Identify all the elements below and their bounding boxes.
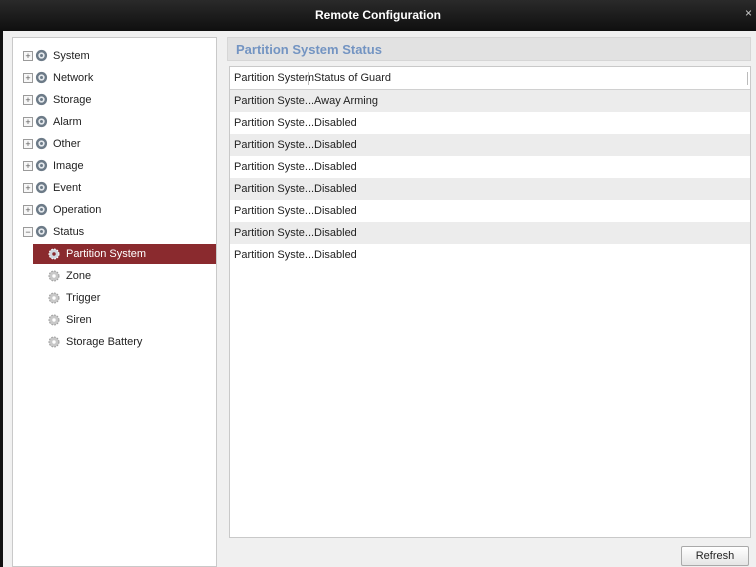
partition-cell: Partition Syste... — [234, 95, 315, 107]
tree-item-partition-system[interactable]: Partition System — [33, 244, 216, 264]
tree-item-label: Trigger — [66, 292, 101, 304]
expand-icon[interactable]: + — [23, 95, 33, 105]
main-panel: Partition System Status Partition System… — [227, 37, 753, 567]
table-header: Partition System Status of Guard — [230, 67, 750, 90]
guard-status-cell: Disabled — [314, 161, 357, 173]
tree-item-label: Image — [53, 160, 84, 172]
column-divider[interactable] — [308, 72, 309, 85]
tree-item-alarm[interactable]: + Alarm — [13, 112, 216, 132]
settings-icon — [35, 159, 48, 172]
expand-icon[interactable]: + — [23, 161, 33, 171]
guard-status-cell: Disabled — [314, 249, 357, 261]
gear-icon — [48, 270, 60, 282]
tree-item-trigger[interactable]: Trigger — [13, 288, 216, 308]
table-row[interactable]: Partition Syste... Disabled — [230, 244, 750, 267]
tree-item-network[interactable]: + Network — [13, 68, 216, 88]
gear-icon — [48, 292, 60, 304]
settings-icon — [35, 225, 48, 238]
partition-cell: Partition Syste... — [234, 249, 315, 261]
table-row[interactable]: Partition Syste... Disabled — [230, 112, 750, 135]
partition-cell: Partition Syste... — [234, 161, 315, 173]
guard-status-cell: Disabled — [314, 183, 357, 195]
partition-cell: Partition Syste... — [234, 183, 315, 195]
settings-icon — [35, 137, 48, 150]
tree-item-label: Storage — [53, 94, 92, 106]
expand-icon[interactable]: + — [23, 183, 33, 193]
table-row[interactable]: Partition Syste... Disabled — [230, 200, 750, 223]
guard-status-cell: Away Arming — [314, 95, 378, 107]
expand-icon[interactable]: + — [23, 73, 33, 83]
gear-icon — [48, 314, 60, 326]
settings-icon — [35, 93, 48, 106]
partition-cell: Partition Syste... — [234, 205, 315, 217]
panel-title: Partition System Status — [236, 42, 382, 57]
expand-icon[interactable]: + — [23, 51, 33, 61]
panel-header: Partition System Status — [227, 37, 751, 61]
partition-cell: Partition Syste... — [234, 227, 315, 239]
collapse-icon[interactable]: − — [23, 227, 33, 237]
tree-item-image[interactable]: + Image — [13, 156, 216, 176]
expand-icon[interactable]: + — [23, 205, 33, 215]
tree-item-system[interactable]: + System — [13, 46, 216, 66]
settings-icon — [35, 181, 48, 194]
tree-item-other[interactable]: + Other — [13, 134, 216, 154]
tree-item-event[interactable]: + Event — [13, 178, 216, 198]
tree-item-label: Status — [53, 226, 85, 238]
title-bar: Remote Configuration × — [0, 0, 756, 31]
refresh-button[interactable]: Refresh — [681, 546, 749, 566]
table-row[interactable]: Partition Syste... Disabled — [230, 222, 750, 245]
column-divider[interactable] — [747, 72, 748, 85]
expand-icon[interactable]: + — [23, 139, 33, 149]
guard-status-cell: Disabled — [314, 205, 357, 217]
expand-icon[interactable]: + — [23, 117, 33, 127]
gear-icon — [48, 248, 60, 260]
settings-icon — [35, 203, 48, 216]
guard-status-cell: Disabled — [314, 139, 357, 151]
window-body: + System + Network + Storage + Alarm + O… — [0, 31, 756, 567]
tree-item-label: Partition System — [66, 248, 147, 260]
table-row[interactable]: Partition Syste... Away Arming — [230, 90, 750, 113]
close-icon[interactable]: × — [745, 6, 752, 20]
table-row[interactable]: Partition Syste... Disabled — [230, 156, 750, 179]
tree-item-storage[interactable]: + Storage — [13, 90, 216, 110]
tree-item-label: Other — [53, 138, 81, 150]
column-header-status-of-guard[interactable]: Status of Guard — [314, 72, 391, 84]
table-row[interactable]: Partition Syste... Disabled — [230, 134, 750, 157]
partition-cell: Partition Syste... — [234, 117, 315, 129]
gear-icon — [48, 336, 60, 348]
settings-icon — [35, 49, 48, 62]
guard-status-cell: Disabled — [314, 117, 357, 129]
tree-item-label: Alarm — [53, 116, 82, 128]
tree-item-label: Operation — [53, 204, 102, 216]
tree-item-operation[interactable]: + Operation — [13, 200, 216, 220]
tree-item-label: Storage Battery — [66, 336, 143, 348]
settings-icon — [35, 115, 48, 128]
tree-item-label: System — [53, 50, 90, 62]
config-tree: + System + Network + Storage + Alarm + O… — [12, 37, 217, 567]
guard-status-cell: Disabled — [314, 227, 357, 239]
status-table: Partition System Status of Guard Partiti… — [229, 66, 751, 538]
tree-item-label: Siren — [66, 314, 92, 326]
tree-item-siren[interactable]: Siren — [13, 310, 216, 330]
tree-item-status[interactable]: − Status — [13, 222, 216, 242]
tree-item-storage-battery[interactable]: Storage Battery — [13, 332, 216, 352]
window-title: Remote Configuration — [315, 8, 441, 22]
table-row[interactable]: Partition Syste... Disabled — [230, 178, 750, 201]
partition-cell: Partition Syste... — [234, 139, 315, 151]
tree-item-zone[interactable]: Zone — [13, 266, 216, 286]
settings-icon — [35, 71, 48, 84]
column-header-partition-system[interactable]: Partition System — [234, 72, 314, 84]
tree-item-label: Zone — [66, 270, 92, 282]
tree-item-label: Network — [53, 72, 94, 84]
tree-item-label: Event — [53, 182, 82, 194]
